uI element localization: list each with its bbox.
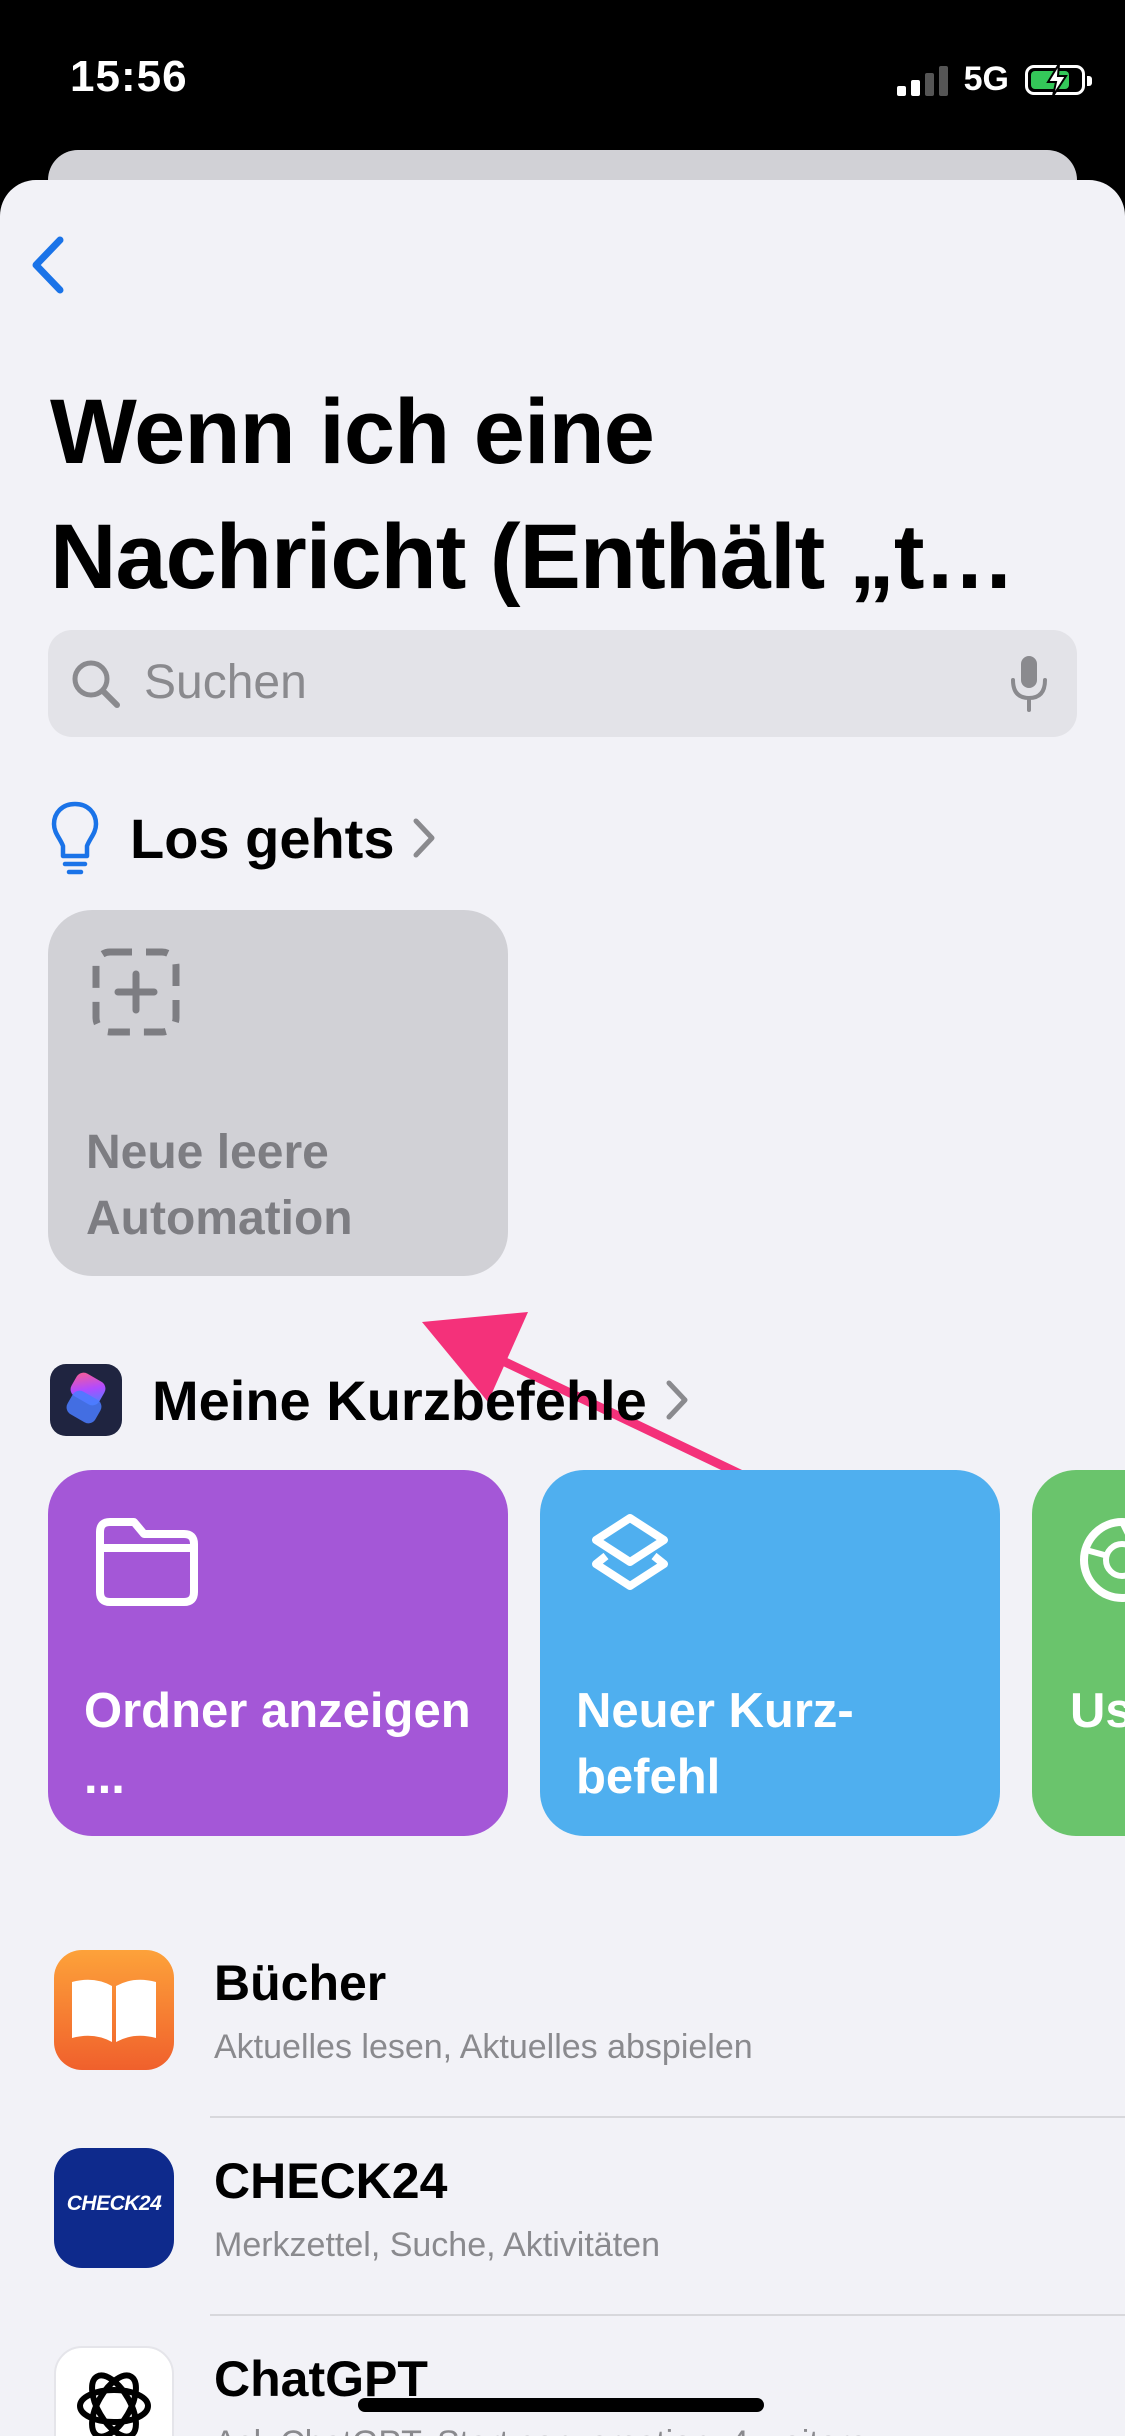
app-name: CHECK24 (214, 2153, 448, 2209)
new-empty-automation-label: Neue leere Automation (86, 1126, 353, 1245)
search-bar[interactable] (48, 630, 1077, 737)
divider (210, 2314, 1125, 2316)
list-item-check24[interactable]: CHECK24 CHECK24 Merkzettel, Suche, Aktiv… (0, 2138, 1125, 2336)
shortcuts-app-icon (50, 1364, 122, 1436)
chevron-right-icon (666, 1380, 688, 1420)
status-bar: 15:56 5G (0, 0, 1125, 150)
chevron-right-icon (413, 818, 435, 858)
aperture-icon (1080, 1518, 1125, 1602)
shortcut-label: Ordner anzeigen ... (84, 1684, 471, 1804)
battery-icon (1025, 62, 1092, 97)
search-input[interactable] (144, 652, 944, 712)
section-label-my-shortcuts: Meine Kurzbefehle (152, 1368, 647, 1432)
lightbulb-icon (51, 801, 99, 875)
home-indicator[interactable] (358, 2398, 764, 2412)
status-time: 15:56 (70, 52, 188, 101)
microphone-icon[interactable] (1009, 654, 1049, 714)
divider (210, 2116, 1125, 2118)
shortcut-label: Us (1070, 1684, 1125, 1738)
back-chevron-icon[interactable] (24, 230, 74, 300)
dashed-plus-square-icon (92, 948, 180, 1036)
search-icon (72, 660, 120, 708)
shortcut-label: Neuer Kurz- befehl (576, 1684, 854, 1804)
app-actions: Merkzettel, Suche, Aktivitäten (214, 2226, 660, 2264)
app-actions: Ask ChatGPT, Start conversation, 4 weite… (214, 2424, 868, 2436)
books-icon (54, 1950, 174, 2070)
list-item-chatgpt[interactable]: ChatGPT Ask ChatGPT, Start conversation,… (0, 2336, 1125, 2436)
shortcut-card-partial[interactable]: Us (1032, 1470, 1125, 1836)
network-type: 5G (963, 60, 1009, 98)
section-my-shortcuts[interactable]: Meine Kurzbefehle (50, 1360, 689, 1440)
section-getting-started[interactable]: Los gehts (50, 798, 436, 878)
status-indicators: 5G (896, 60, 1092, 99)
chatgpt-icon (54, 2346, 174, 2436)
shortcut-card-show-folder[interactable]: Ordner anzeigen ... (48, 1470, 508, 1836)
section-label-getting-started: Los gehts (130, 806, 395, 870)
action-sheet: Wenn ich eine Nachricht (Enthält „t… Los… (0, 180, 1125, 2436)
check24-icon: CHECK24 (54, 2148, 174, 2268)
check24-logo-text: CHECK24 (66, 2192, 162, 2215)
cellular-signal-icon (896, 64, 948, 96)
new-empty-automation-card[interactable]: Neue leere Automation (48, 910, 508, 1276)
list-item-books[interactable]: Bücher Aktuelles lesen, Aktuelles abspie… (0, 1940, 1125, 2138)
layers-icon (592, 1514, 668, 1590)
page-title: Wenn ich eine Nachricht (Enthält „t… (50, 381, 1015, 608)
shortcut-carousel[interactable]: Ordner anzeigen ... Neuer Kurz- befehl U… (0, 1470, 1125, 1842)
folder-icon (96, 1518, 198, 1606)
app-actions: Aktuelles lesen, Aktuelles abspielen (214, 2028, 753, 2066)
app-name: Bücher (214, 1955, 387, 2011)
shortcut-card-new-shortcut[interactable]: Neuer Kurz- befehl (540, 1470, 1000, 1836)
